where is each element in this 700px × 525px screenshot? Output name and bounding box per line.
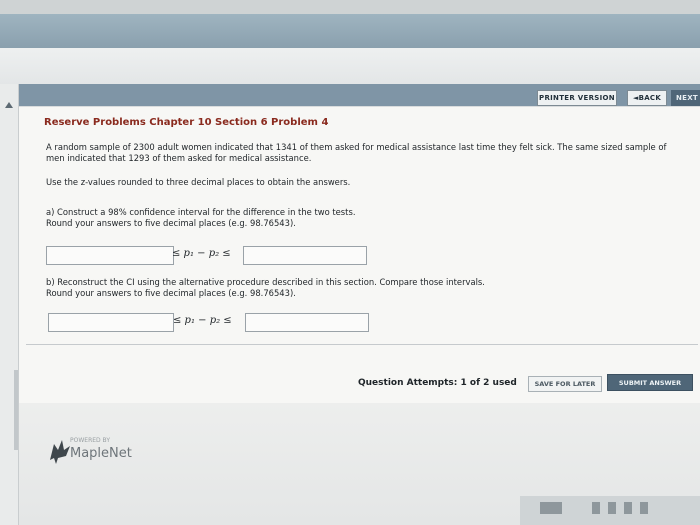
problem-statement: A random sample of 2300 adult women indi… <box>46 142 667 163</box>
part-b-inequality: ≤ p₁ − p₂ ≤ <box>173 315 232 326</box>
back-button[interactable]: ◄BACK <box>627 90 667 106</box>
battery-icon[interactable] <box>624 502 632 514</box>
next-button[interactable]: NEXT <box>671 90 700 106</box>
part-a-inequality: ≤ p₁ − p₂ ≤ <box>172 248 231 259</box>
powered-by-label: POWERED BY <box>70 437 111 444</box>
submit-answer-button[interactable]: SUBMIT ANSWER <box>607 374 693 391</box>
scrollbar-thumb[interactable] <box>14 370 18 450</box>
scrollbar[interactable] <box>0 84 19 525</box>
browser-toolbar-band <box>0 48 700 84</box>
save-for-later-button[interactable]: SAVE FOR LATER <box>528 376 602 392</box>
scroll-up-icon[interactable] <box>5 102 13 108</box>
part-b-text: b) Reconstruct the CI using the alternat… <box>46 277 646 299</box>
part-a-text: a) Construct a 98% confidence interval f… <box>46 207 646 229</box>
divider <box>26 344 698 345</box>
screen-top-edge <box>0 0 700 14</box>
maple-leaf-icon <box>50 440 70 464</box>
maplenet-wordmark: MapleNet <box>70 446 132 461</box>
part-a-line1: a) Construct a 98% confidence interval f… <box>46 207 356 217</box>
part-b-line2: Round your answers to five decimal place… <box>46 288 296 298</box>
printer-version-button[interactable]: PRINTER VERSION <box>537 90 617 106</box>
volume-icon[interactable] <box>640 502 648 514</box>
keyboard-icon[interactable] <box>540 502 562 514</box>
tray-icon[interactable] <box>592 502 600 514</box>
part-b-line1: b) Reconstruct the CI using the alternat… <box>46 277 485 287</box>
attempts-status: Question Attempts: 1 of 2 used <box>358 378 517 388</box>
network-icon[interactable] <box>608 502 616 514</box>
part-a-upper-input[interactable] <box>243 246 367 265</box>
part-b-upper-input[interactable] <box>245 313 369 332</box>
problem-instruction: Use the z-values rounded to three decima… <box>46 177 351 187</box>
part-b-lower-input[interactable] <box>48 313 174 332</box>
problem-title: Reserve Problems Chapter 10 Section 6 Pr… <box>44 117 329 128</box>
part-a-line2: Round your answers to five decimal place… <box>46 218 296 228</box>
part-a-lower-input[interactable] <box>46 246 174 265</box>
browser-header-band <box>0 14 700 48</box>
